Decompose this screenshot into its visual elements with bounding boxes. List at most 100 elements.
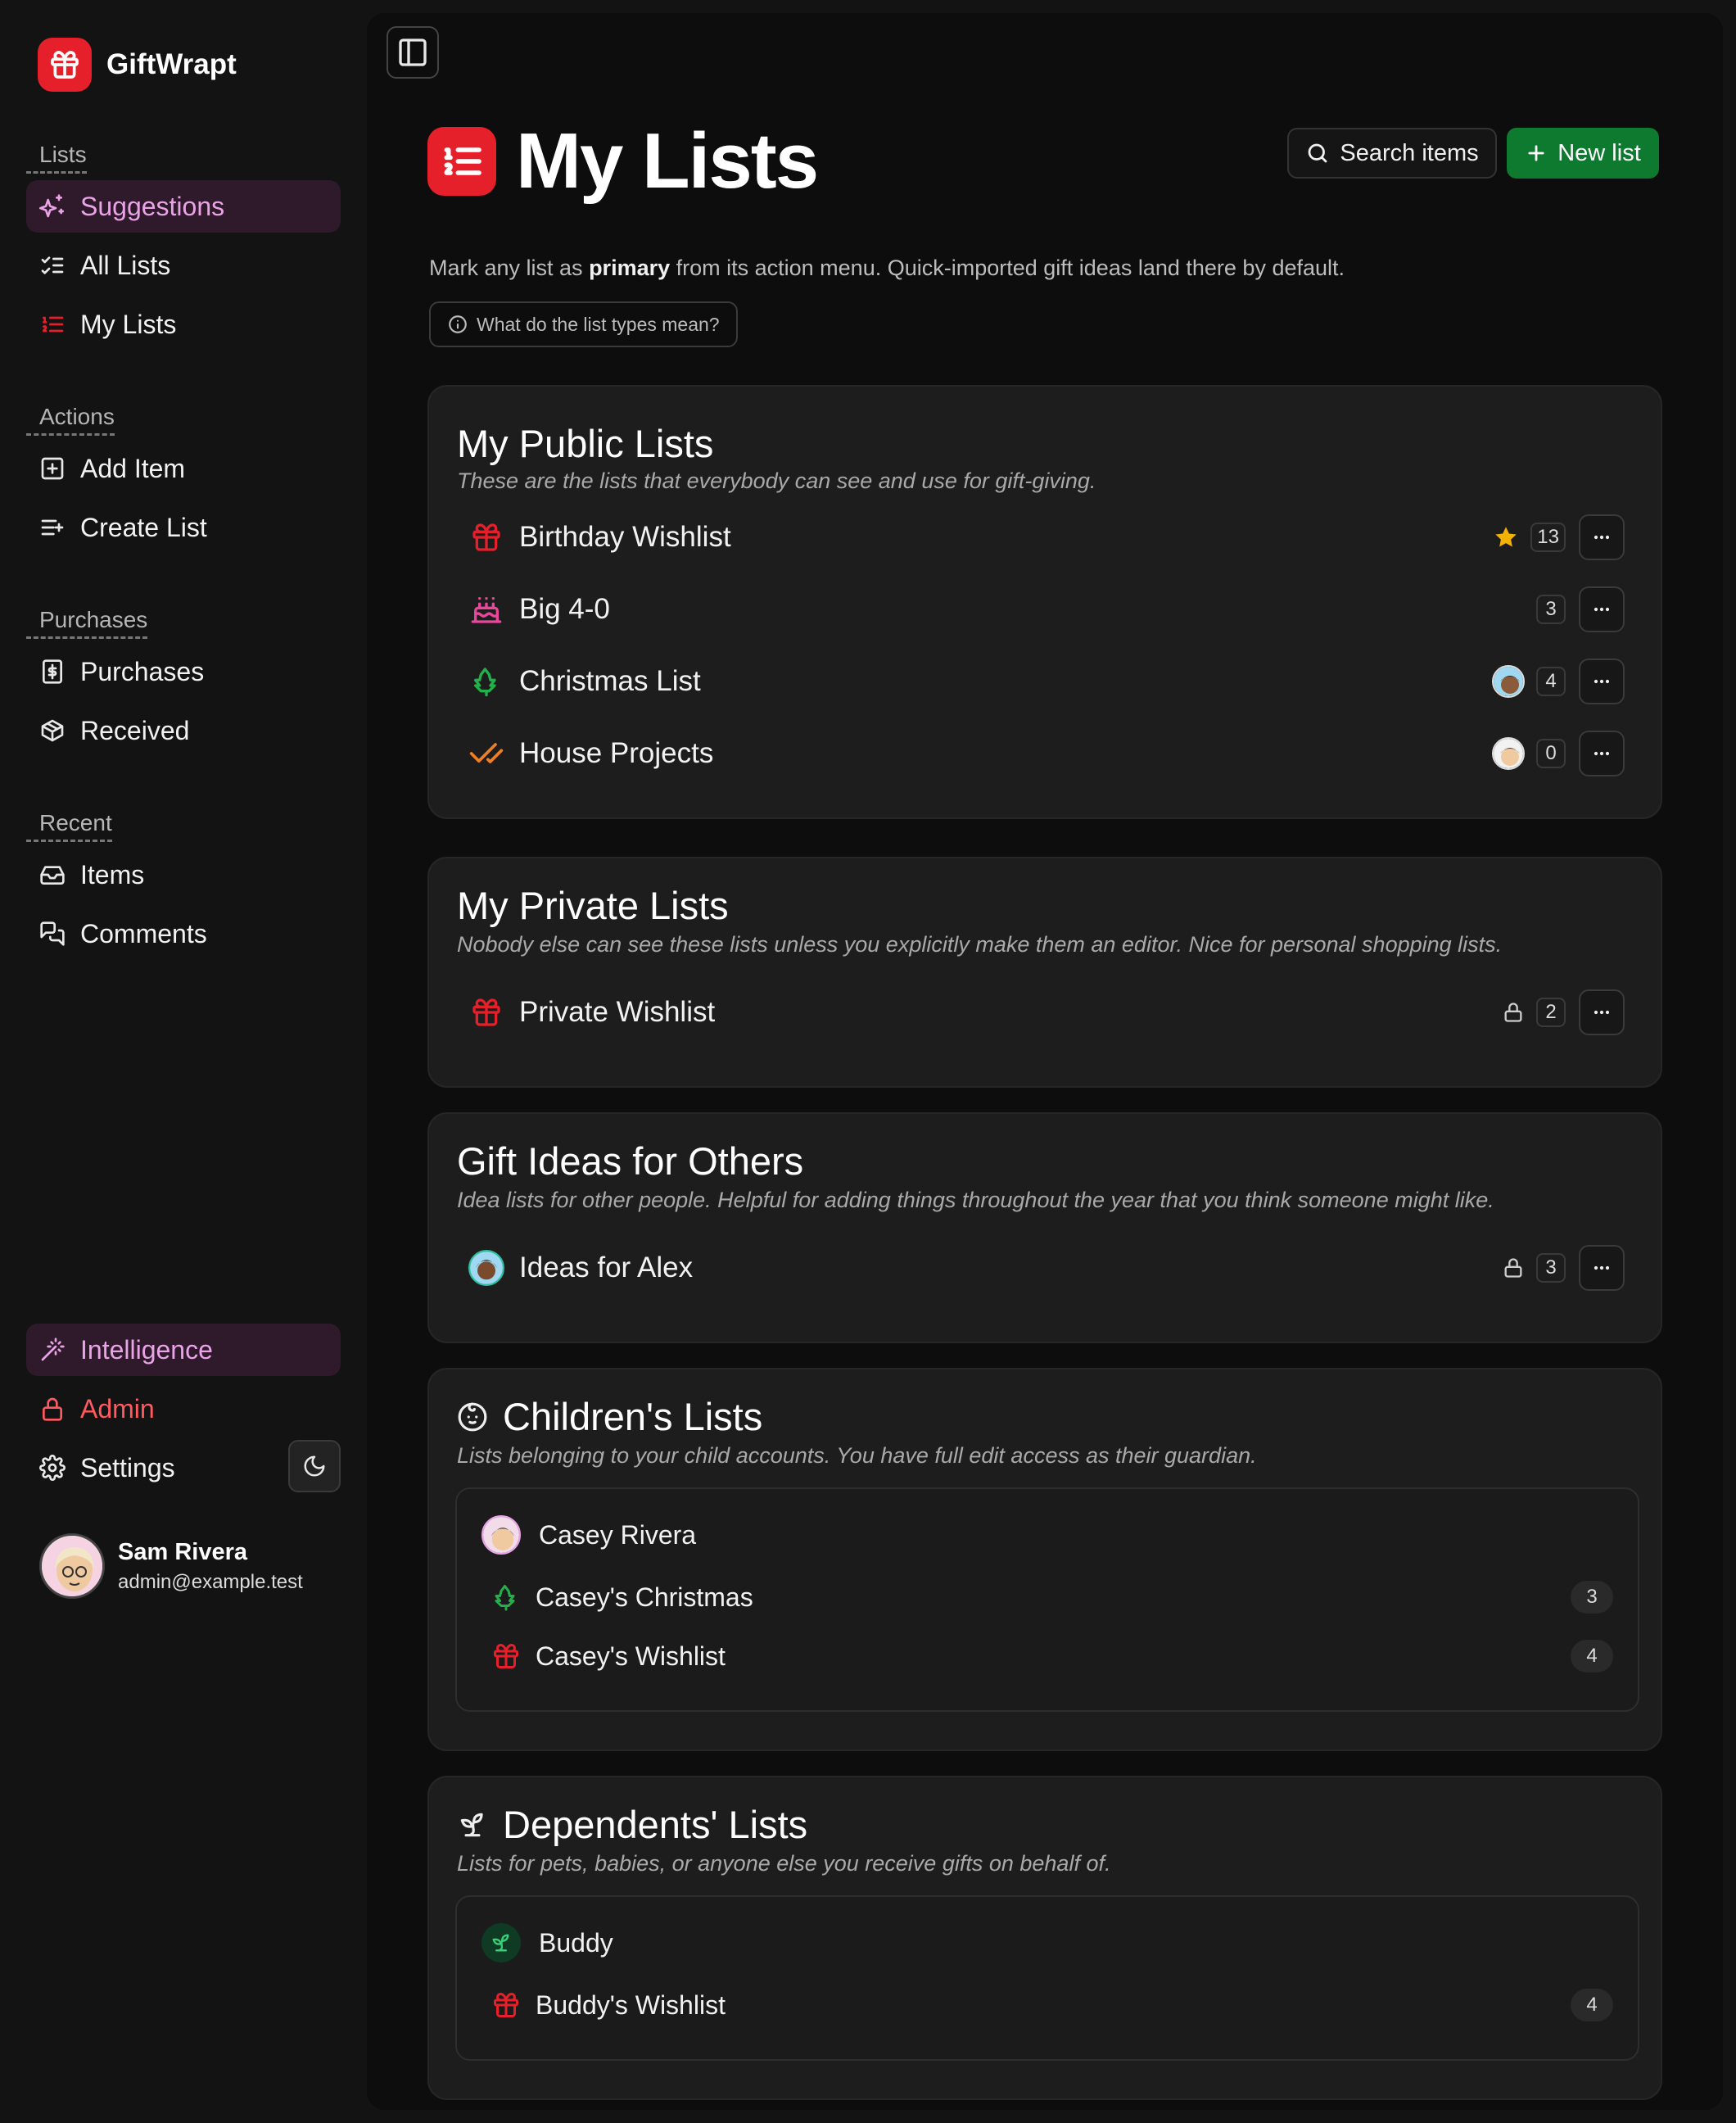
sidebar-item-label: Suggestions [80, 191, 225, 221]
lock-icon [39, 1396, 66, 1422]
list-row[interactable]: Private Wishlist 2 [468, 988, 1625, 1037]
avatar [39, 1533, 105, 1599]
dependents-lists-card: Dependents' Lists Lists for pets, babies… [427, 1776, 1662, 2100]
receipt-icon [39, 659, 66, 685]
gear-icon [39, 1455, 66, 1481]
sidebar-item-create-list[interactable]: Create List [26, 501, 341, 554]
sidebar-item-label: Items [80, 859, 145, 889]
more-actions-button[interactable] [1579, 1245, 1625, 1291]
list-checks-icon [39, 252, 66, 278]
list-row[interactable]: Big 4-0 3 [468, 585, 1625, 634]
shared-user-avatar [1492, 665, 1525, 698]
dependent-name: Buddy [539, 1927, 613, 1958]
list-row[interactable]: Ideas for Alex 3 [468, 1243, 1625, 1292]
section-title: My Public Lists [457, 422, 714, 465]
list-name: Private Wishlist [519, 996, 716, 1028]
child-owner-row[interactable]: Casey Rivera [481, 1510, 1613, 1559]
wand-icon [39, 1337, 66, 1363]
ellipsis-icon [1590, 526, 1613, 549]
ellipsis-icon [1590, 670, 1613, 693]
list-name: Birthday Wishlist [519, 521, 731, 553]
list-row[interactable]: Christmas List 4 [468, 657, 1625, 706]
sidebar-item-label: Comments [80, 918, 207, 948]
sidebar-toggle-button[interactable] [387, 26, 439, 79]
ellipsis-icon [1590, 1001, 1613, 1024]
sidebar-item-items[interactable]: Items [26, 849, 341, 901]
list-row[interactable]: Buddy's Wishlist 4 [481, 1980, 1613, 2030]
list-row[interactable]: Birthday Wishlist 13 [468, 513, 1625, 562]
public-lists-card: My Public Lists These are the lists that… [427, 385, 1662, 819]
more-actions-button[interactable] [1579, 989, 1625, 1035]
sidebar-item-received[interactable]: Received [26, 704, 341, 757]
sprout-icon [457, 1809, 488, 1840]
user-profile[interactable]: Sam Rivera admin@example.test [39, 1533, 303, 1599]
section-description: Nobody else can see these lists unless y… [457, 932, 1503, 957]
sidebar-item-purchases[interactable]: Purchases [26, 645, 341, 698]
sidebar-item-comments[interactable]: Comments [26, 908, 341, 960]
more-actions-button[interactable] [1579, 514, 1625, 560]
list-ordered-icon [427, 127, 496, 196]
item-count: 2 [1536, 998, 1566, 1027]
user-email: admin@example.test [118, 1570, 303, 1593]
sidebar: GiftWrapt Lists Suggestions All Lists My… [0, 0, 367, 2123]
list-types-help-button[interactable]: What do the list types mean? [429, 301, 738, 347]
item-count: 13 [1530, 523, 1566, 552]
item-count: 3 [1536, 595, 1566, 624]
item-count: 4 [1571, 1989, 1613, 2021]
sidebar-item-all-lists[interactable]: All Lists [26, 239, 341, 292]
more-actions-button[interactable] [1579, 659, 1625, 704]
brand[interactable]: GiftWrapt [38, 38, 237, 92]
list-row[interactable]: House Projects 0 [468, 729, 1625, 778]
lock-icon [1502, 1001, 1525, 1024]
more-actions-button[interactable] [1579, 586, 1625, 632]
tree-icon [468, 663, 504, 699]
dependent-owner-row[interactable]: Buddy [481, 1918, 1613, 1967]
app-name: GiftWrapt [106, 48, 237, 80]
panel-left-icon [396, 36, 429, 69]
sidebar-item-add-item[interactable]: Add Item [26, 442, 341, 495]
subtitle-bold: primary [589, 256, 671, 280]
search-items-button[interactable]: Search items [1287, 128, 1497, 179]
sidebar-item-my-lists[interactable]: My Lists [26, 298, 341, 351]
sparkles-icon [39, 193, 66, 220]
list-row[interactable]: Casey's Christmas 3 [481, 1573, 1613, 1622]
more-actions-button[interactable] [1579, 731, 1625, 776]
search-icon [1305, 141, 1330, 165]
shared-user-avatar [1492, 737, 1525, 770]
sidebar-item-intelligence[interactable]: Intelligence [26, 1324, 341, 1376]
section-title: Dependents' Lists [457, 1802, 807, 1847]
group-label: Purchases [26, 606, 148, 639]
cake-icon [468, 591, 504, 627]
section-title-text: Children's Lists [503, 1395, 763, 1438]
item-count: 4 [1571, 1640, 1613, 1673]
section-description: Lists for pets, babies, or anyone else y… [457, 1851, 1111, 1876]
main-content: My Lists Search items New list Mark any … [367, 13, 1723, 2110]
new-list-button[interactable]: New list [1507, 128, 1659, 179]
list-name: House Projects [519, 737, 714, 769]
sidebar-item-label: Intelligence [80, 1334, 213, 1365]
theme-toggle-button[interactable] [288, 1440, 341, 1492]
section-title: Children's Lists [457, 1394, 762, 1439]
page-header: My Lists [427, 116, 819, 206]
section-description: Lists belonging to your child accounts. … [457, 1443, 1257, 1468]
private-lists-card: My Private Lists Nobody else can see the… [427, 857, 1662, 1088]
list-name: Christmas List [519, 665, 701, 697]
sidebar-item-label: Settings [80, 1452, 175, 1482]
list-name: Ideas for Alex [519, 1252, 694, 1283]
inbox-icon [39, 862, 66, 888]
baby-icon [457, 1401, 488, 1433]
item-count: 3 [1571, 1581, 1613, 1614]
section-title: Gift Ideas for Others [457, 1139, 804, 1183]
new-list-label: New list [1557, 139, 1641, 166]
list-row[interactable]: Casey's Wishlist 4 [481, 1632, 1613, 1681]
sidebar-item-admin[interactable]: Admin [26, 1383, 341, 1435]
dependent-group: Buddy Buddy's Wishlist 4 [455, 1895, 1639, 2061]
sidebar-item-label: Create List [80, 512, 207, 542]
list-name: Casey's Wishlist [536, 1641, 726, 1671]
subtitle-text: from its action menu. Quick-imported gif… [670, 256, 1345, 280]
gift-icon [488, 1638, 524, 1674]
moon-icon [302, 1454, 327, 1478]
star-icon [1493, 524, 1519, 550]
sidebar-item-suggestions[interactable]: Suggestions [26, 180, 341, 233]
help-label: What do the list types mean? [477, 313, 720, 335]
